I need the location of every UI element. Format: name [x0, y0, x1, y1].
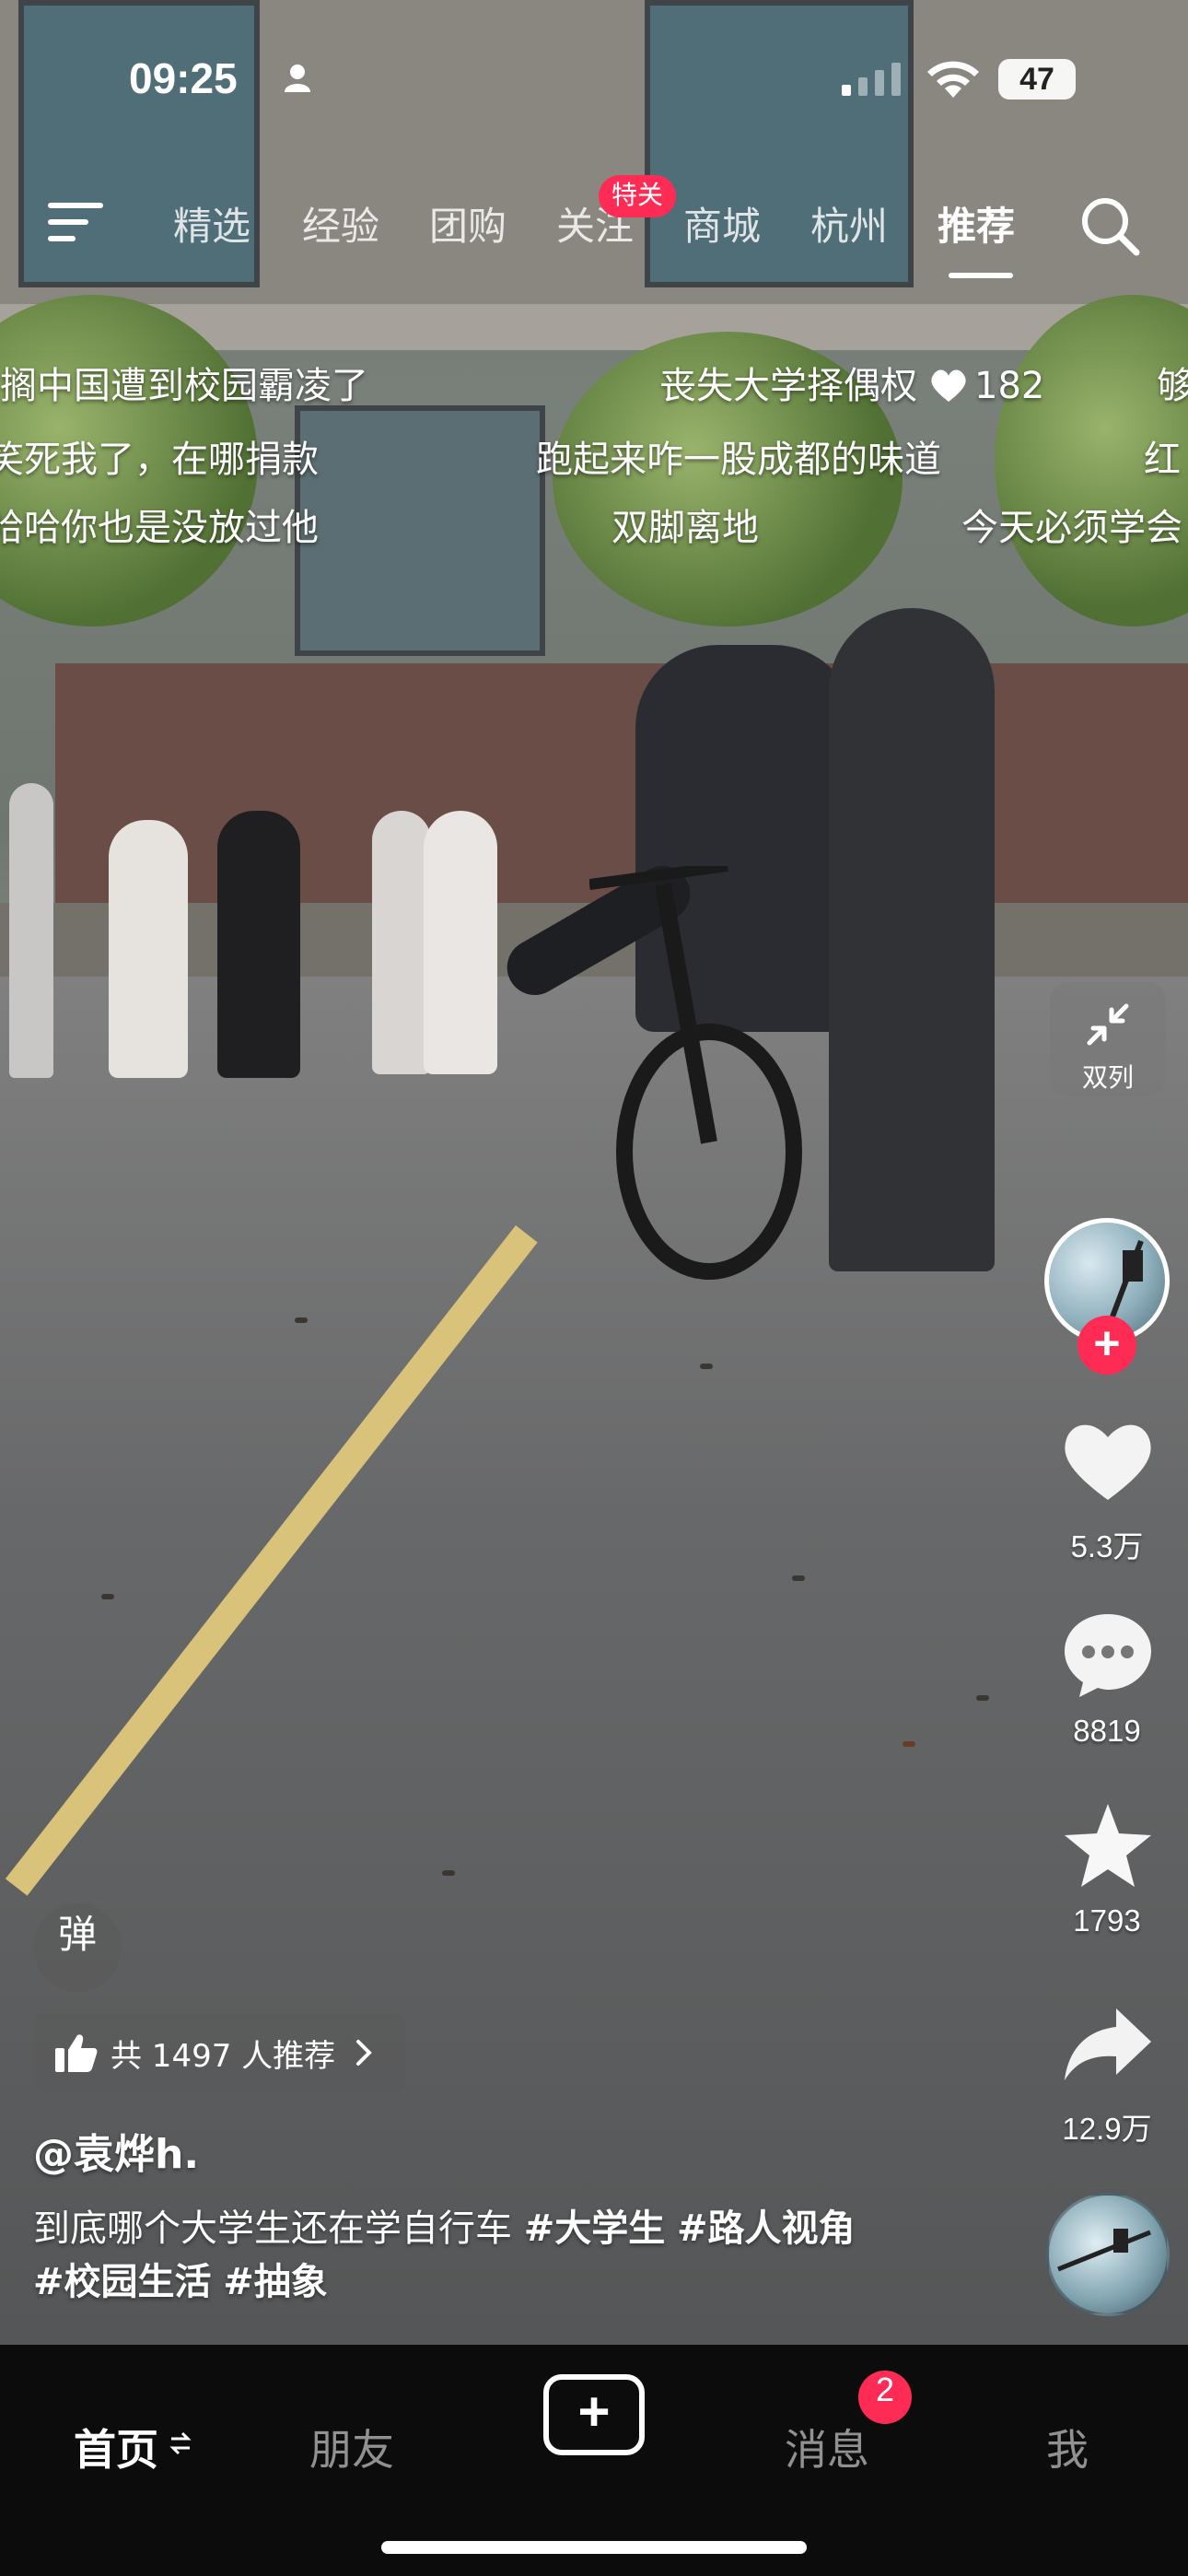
danmaku-comment: 搁中国遭到校园霸凌了 — [0, 365, 368, 407]
phone-screen: 09:25 47 精选 经验 团购 关注 特关 商城 杭州 推荐 搁中国遭到校园… — [0, 0, 1188, 2576]
swap-arrows-icon — [169, 2431, 192, 2455]
tab-me[interactable]: 我 — [1046, 2417, 1089, 2477]
status-time: 09:25 — [129, 54, 238, 102]
menu-icon[interactable] — [48, 201, 103, 243]
heart-icon — [931, 369, 966, 402]
search-icon[interactable] — [1079, 195, 1140, 256]
bystander — [424, 811, 497, 1074]
bottom-tab-bar: 首页 朋友 + 消息 2 我 — [0, 2345, 1188, 2576]
chevron-right-icon — [356, 2040, 372, 2066]
bystander — [217, 811, 300, 1078]
danmaku-comment: 红 — [1144, 439, 1181, 481]
recommend-text: 共 1497 人推荐 — [111, 2037, 336, 2075]
bystander — [109, 820, 188, 1078]
helper — [829, 608, 995, 1271]
dual-column-button[interactable]: 双列 — [1050, 982, 1166, 1096]
person-icon — [285, 64, 310, 92]
create-post-button[interactable]: + — [543, 2374, 645, 2455]
dual-column-label: 双列 — [1081, 1062, 1134, 1093]
favorite-star-icon[interactable] — [1061, 1800, 1155, 1889]
author-name[interactable]: @袁烨h. — [33, 2121, 199, 2180]
active-tab-indicator — [949, 273, 1013, 278]
caption-text: 到底哪个大学生还在学自行车 — [33, 2207, 512, 2250]
danmaku-comment: 今天必须学会 — [961, 507, 1182, 549]
tab-experience[interactable]: 经验 — [302, 195, 379, 252]
video-caption: 到底哪个大学生还在学自行车 #大学生 #路人视角 #校园生活 #抽象 — [33, 2202, 1009, 2309]
favorite-count: 1793 — [1073, 1903, 1141, 1938]
hashtag-link[interactable]: #路人视角 — [677, 2207, 856, 2250]
thumbs-up-icon — [55, 2034, 98, 2072]
battery-indicator: 47 — [998, 59, 1076, 100]
tab-mall[interactable]: 商城 — [683, 195, 761, 252]
following-badge: 特关 — [599, 175, 677, 217]
bystander — [9, 783, 53, 1078]
tab-messages[interactable]: 消息 — [785, 2417, 869, 2477]
recommend-pill[interactable]: 共 1497 人推荐 — [33, 2014, 406, 2091]
danmaku-comment: 笑死我了，在哪捐款 — [0, 439, 319, 481]
danmaku-toggle-button[interactable]: 弹 — [33, 1903, 122, 1992]
wifi-icon — [927, 61, 979, 98]
danmaku-text: 丧失大学择偶权 — [659, 365, 917, 407]
hashtag-link[interactable]: #抽象 — [223, 2261, 328, 2303]
bicycle — [589, 866, 802, 1280]
messages-badge: 2 — [858, 2371, 912, 2424]
tab-home[interactable]: 首页 — [74, 2417, 158, 2477]
danmaku-comment: 跑起来咋一股成都的味道 — [536, 439, 941, 481]
danmaku-comment: 丧失大学择偶权 182 — [659, 356, 1044, 409]
danmaku-comment: 双脚离地 — [611, 507, 759, 549]
like-count: 5.3万 — [1070, 1529, 1144, 1563]
signal-icon — [842, 63, 901, 96]
danmaku-comment: 够 — [1157, 365, 1188, 407]
tab-hangzhou[interactable]: 杭州 — [810, 195, 888, 252]
comment-icon[interactable] — [1061, 1610, 1155, 1699]
like-heart-icon[interactable] — [1061, 1419, 1155, 1504]
music-disc[interactable] — [1046, 2193, 1170, 2316]
music-cover-image — [1057, 2229, 1151, 2272]
home-indicator[interactable] — [381, 2541, 807, 2554]
hashtag-link[interactable]: #大学生 — [524, 2207, 666, 2250]
bystander — [372, 811, 431, 1074]
share-count: 12.9万 — [1062, 2112, 1152, 2146]
danmaku-like-count: 182 — [974, 365, 1045, 407]
follow-button[interactable]: + — [1077, 1316, 1136, 1375]
tab-selected[interactable]: 精选 — [173, 195, 250, 252]
comment-count: 8819 — [1073, 1714, 1141, 1748]
building-window — [295, 405, 545, 656]
video-player[interactable] — [0, 0, 1188, 2345]
danmaku-comment: 哈哈你也是没放过他 — [0, 507, 319, 549]
tab-friends[interactable]: 朋友 — [309, 2417, 394, 2477]
collapse-arrows-icon — [1087, 1003, 1129, 1046]
tab-recommend[interactable]: 推荐 — [938, 195, 1015, 252]
tab-group-buy[interactable]: 团购 — [429, 195, 507, 252]
share-arrow-icon[interactable] — [1061, 2005, 1155, 2084]
hashtag-link[interactable]: #校园生活 — [33, 2261, 212, 2303]
